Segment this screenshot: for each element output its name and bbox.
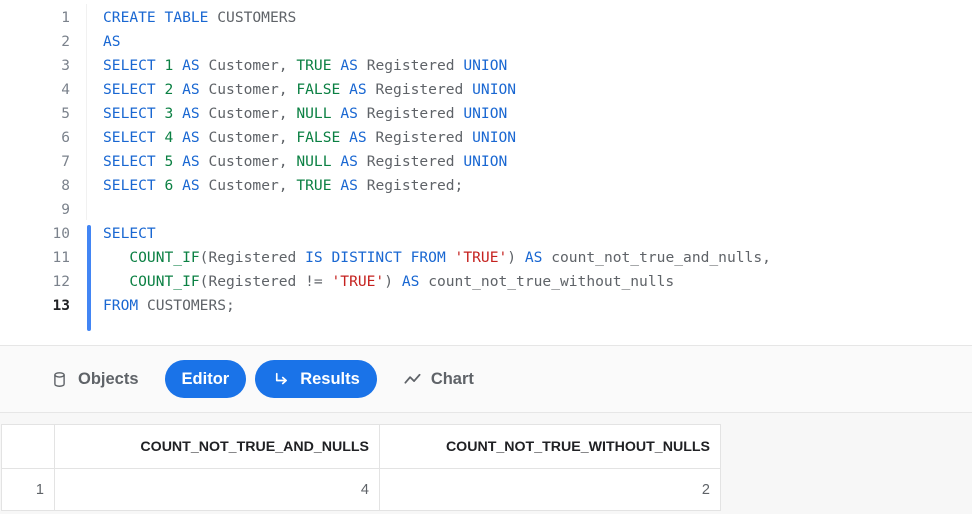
line-number: 1: [61, 10, 70, 26]
code-line-text: SELECT 4 AS Customer, FALSE AS Registere…: [103, 129, 517, 146]
code-line-text: SELECT 5 AS Customer, NULL AS Registered…: [103, 153, 508, 170]
column-header-2[interactable]: COUNT_NOT_TRUE_WITHOUT_NULLS: [379, 424, 721, 469]
line-number: 3: [61, 58, 70, 74]
code-line[interactable]: 5 SELECT 3 AS Customer, NULL AS Registere…: [0, 102, 972, 126]
code-line[interactable]: 13 FROM CUSTOMERS;: [0, 294, 972, 318]
line-number: 2: [61, 34, 70, 50]
code-line[interactable]: 7 SELECT 5 AS Customer, NULL AS Registere…: [0, 150, 972, 174]
tab-editor[interactable]: Editor: [164, 360, 247, 398]
line-number: 4: [61, 82, 70, 98]
tab-objects-label: Objects: [78, 369, 139, 388]
code-line[interactable]: 8 SELECT 6 AS Customer, TRUE AS Registere…: [0, 174, 972, 198]
code-line[interactable]: 9: [0, 198, 972, 222]
code-line-text: SELECT 2 AS Customer, FALSE AS Registere…: [103, 81, 517, 98]
line-number: 10: [52, 226, 70, 242]
sql-editor[interactable]: 1 CREATE TABLE CUSTOMERS 2 AS 3 SELECT 1 AS C…: [0, 0, 972, 345]
line-number: 6: [61, 130, 70, 146]
tab-chart[interactable]: Chart: [386, 360, 491, 398]
line-chart-icon: [403, 370, 422, 389]
code-line[interactable]: 4 SELECT 2 AS Customer, FALSE AS Register…: [0, 78, 972, 102]
tab-chart-label: Chart: [430, 369, 474, 388]
line-number: 8: [61, 178, 70, 194]
cell-count-not-true-without-nulls[interactable]: 2: [379, 468, 721, 511]
code-line[interactable]: 6 SELECT 4 AS Customer, FALSE AS Register…: [0, 126, 972, 150]
code-line-text: AS: [103, 33, 121, 50]
code-line[interactable]: 10 SELECT: [0, 222, 972, 246]
tab-results-label: Results: [300, 369, 360, 388]
results-table[interactable]: COUNT_NOT_TRUE_AND_NULLS COUNT_NOT_TRUE_…: [1, 424, 721, 511]
cell-count-not-true-and-nulls[interactable]: 4: [54, 468, 380, 511]
table-row[interactable]: 1 4 2: [1, 468, 721, 511]
tab-objects[interactable]: Objects: [33, 360, 156, 398]
table-header-row: COUNT_NOT_TRUE_AND_NULLS COUNT_NOT_TRUE_…: [1, 424, 721, 469]
results-panel[interactable]: COUNT_NOT_TRUE_AND_NULLS COUNT_NOT_TRUE_…: [0, 413, 972, 514]
view-tab-bar[interactable]: Objects Editor Results Chart: [0, 345, 972, 413]
row-index-header: [1, 424, 55, 469]
code-line-text: COUNT_IF(Registered != 'TRUE') AS count_…: [129, 273, 675, 290]
code-line-text: FROM CUSTOMERS;: [103, 297, 235, 314]
line-number: 9: [61, 202, 70, 218]
line-number: 5: [61, 106, 70, 122]
code-line-text: SELECT 1 AS Customer, TRUE AS Registered…: [103, 57, 508, 74]
line-number: 7: [61, 154, 70, 170]
line-number: 11: [52, 250, 70, 266]
line-number: 12: [52, 274, 70, 290]
row-index-cell: 1: [1, 468, 55, 511]
database-icon: [50, 370, 69, 389]
tab-results[interactable]: Results: [255, 360, 377, 398]
code-line-text: CREATE TABLE CUSTOMERS: [103, 9, 297, 26]
code-lines[interactable]: 1 CREATE TABLE CUSTOMERS 2 AS 3 SELECT 1 AS C…: [0, 6, 972, 318]
code-line[interactable]: 11 COUNT_IF(Registered IS DISTINCT FROM …: [0, 246, 972, 270]
code-line-text: SELECT 3 AS Customer, NULL AS Registered…: [103, 105, 508, 122]
column-header-1[interactable]: COUNT_NOT_TRUE_AND_NULLS: [54, 424, 380, 469]
code-line[interactable]: 1 CREATE TABLE CUSTOMERS: [0, 6, 972, 30]
code-line[interactable]: 2 AS: [0, 30, 972, 54]
code-line[interactable]: 3 SELECT 1 AS Customer, TRUE AS Registere…: [0, 54, 972, 78]
code-line-text: SELECT 6 AS Customer, TRUE AS Registered…: [103, 177, 464, 194]
code-line[interactable]: 12 COUNT_IF(Registered != 'TRUE') AS cou…: [0, 270, 972, 294]
line-number: 13: [52, 298, 70, 314]
code-line-text: SELECT: [103, 225, 156, 242]
return-arrow-icon: [272, 370, 291, 389]
code-line-text: COUNT_IF(Registered IS DISTINCT FROM 'TR…: [129, 249, 771, 266]
tab-editor-label: Editor: [181, 369, 230, 388]
